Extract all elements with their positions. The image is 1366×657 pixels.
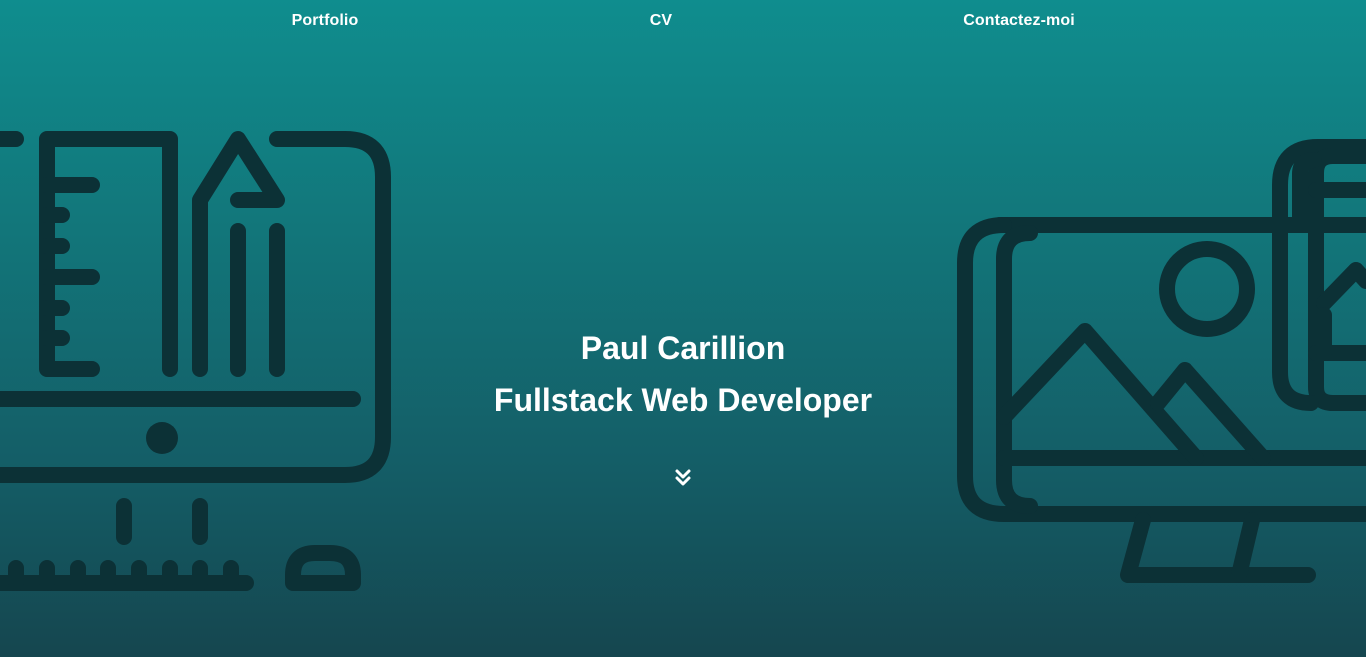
nav-link-portfolio[interactable]: Portfolio [292, 12, 359, 30]
nav-link-cv[interactable]: CV [650, 12, 672, 30]
hero-name: Paul Carillion [580, 330, 786, 366]
chevron-double-down-icon [675, 469, 691, 486]
top-navigation: Portfolio CV Contactez-moi [0, 0, 1366, 44]
scroll-down-button[interactable] [674, 468, 692, 488]
nav-link-contact[interactable]: Contactez-moi [963, 12, 1075, 30]
hero-section: Paul Carillion Fullstack Web Developer [0, 322, 1366, 426]
hero-title: Fullstack Web Developer [493, 382, 873, 418]
